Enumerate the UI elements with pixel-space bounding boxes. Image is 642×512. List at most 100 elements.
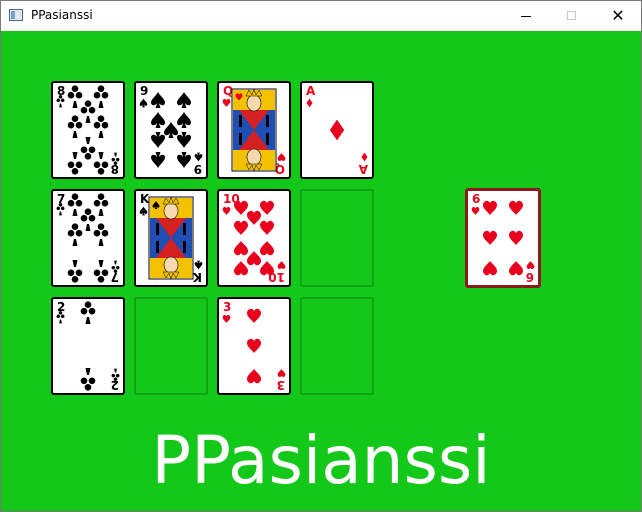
- corner-suit-icon: [222, 207, 231, 215]
- club-pip-icon: [67, 115, 83, 138]
- spade-pip-icon: [164, 122, 178, 138]
- club-pip-icon: [93, 223, 109, 246]
- club-pip-icon: [67, 152, 83, 175]
- brand-title: PPasianssi: [151, 422, 491, 499]
- spade-pip-icon: [177, 152, 191, 168]
- corner-suit-icon: [277, 153, 286, 161]
- card-face: 88: [56, 84, 120, 176]
- club-pip-icon: [80, 137, 96, 160]
- playing-card[interactable]: 77: [51, 189, 125, 287]
- card-face: 77: [56, 192, 120, 284]
- card-face: AA: [306, 84, 368, 176]
- playing-card[interactable]: AA: [300, 81, 374, 179]
- corner-suit-icon: [222, 99, 231, 107]
- club-pip-icon: [67, 193, 83, 216]
- club-pip-icon: [67, 223, 83, 246]
- heart-pip-icon: [483, 261, 497, 276]
- playing-card[interactable]: 22: [51, 297, 125, 395]
- empty-card-slot[interactable]: [134, 297, 208, 395]
- current-card[interactable]: 66: [465, 188, 541, 288]
- card-rank-label: 6: [472, 192, 480, 206]
- minimize-icon: [521, 16, 531, 17]
- spade-pip-icon: [151, 112, 165, 128]
- heart-pip-icon: [234, 241, 248, 256]
- card-rank-label: 9: [140, 84, 148, 98]
- corner-suit-icon: [306, 98, 313, 108]
- heart-pip-icon: [247, 251, 261, 266]
- maximize-icon: [567, 11, 576, 20]
- heart-pip-icon: [509, 230, 523, 245]
- heart-pip-icon: [483, 230, 497, 245]
- club-pip-icon: [80, 368, 96, 391]
- club-pip-icon: [93, 193, 109, 216]
- empty-card-slot[interactable]: [300, 189, 374, 287]
- card-face: 99: [139, 84, 203, 176]
- heart-pip-icon: [247, 308, 261, 323]
- spade-pip-icon: [151, 132, 165, 148]
- card-face: 22: [56, 300, 120, 392]
- heart-pip-icon: [234, 261, 248, 276]
- heart-pip-icon: [509, 200, 523, 215]
- heart-pip-icon: [260, 200, 274, 215]
- card-rank-label-bottom: 3: [277, 378, 285, 392]
- playing-card[interactable]: 99: [134, 81, 208, 179]
- heart-pip-icon: [260, 220, 274, 235]
- heart-pip-icon: [260, 261, 274, 276]
- corner-suit-icon: [277, 369, 286, 377]
- heart-pip-icon: [247, 210, 261, 225]
- maximize-button[interactable]: [549, 1, 595, 31]
- club-pip-icon: [67, 85, 83, 108]
- title-bar[interactable]: PPasianssi ✕: [1, 1, 641, 31]
- club-pip-icon: [93, 260, 109, 283]
- minimize-button[interactable]: [503, 1, 549, 31]
- corner-suit-icon: [139, 206, 148, 216]
- playing-card[interactable]: QQ: [217, 81, 291, 179]
- card-rank-label: A: [306, 84, 316, 98]
- spade-pip-icon: [151, 92, 165, 108]
- heart-pip-icon: [234, 220, 248, 235]
- corner-suit-icon: [361, 152, 368, 162]
- club-pip-icon: [80, 208, 96, 231]
- app-window: PPasianssi ✕ PPasianssi 8 8 9 9 Q Q A A 7 7 K K 10 10…: [0, 0, 642, 512]
- card-rank-label-bottom: 6: [526, 270, 534, 284]
- club-pip-icon: [67, 260, 83, 283]
- playing-card[interactable]: 33: [217, 297, 291, 395]
- corner-suit-icon: [222, 315, 231, 323]
- club-pip-icon: [80, 301, 96, 324]
- club-pip-icon: [80, 100, 96, 123]
- card-rank-label-bottom: A: [358, 162, 368, 176]
- card-rank-label-bottom: 9: [194, 162, 202, 176]
- heart-pip-icon: [234, 200, 248, 215]
- corner-suit-icon: [526, 261, 535, 269]
- card-face: 33: [222, 300, 286, 392]
- club-pip-icon: [93, 152, 109, 175]
- corner-suit-icon: [194, 152, 203, 162]
- club-pip-icon: [93, 85, 109, 108]
- playing-card[interactable]: KK: [134, 189, 208, 287]
- spade-pip-icon: [177, 112, 191, 128]
- club-pip-icon: [93, 115, 109, 138]
- spade-pip-icon: [177, 132, 191, 148]
- corner-suit-icon: [194, 260, 203, 270]
- empty-card-slot[interactable]: [300, 297, 374, 395]
- playing-card[interactable]: 88: [51, 81, 125, 179]
- playing-card[interactable]: 10 10: [217, 189, 291, 287]
- game-table: PPasianssi 8 8 9 9 Q Q A A 7 7 K K 10 10 2 2 3 3 6 6: [1, 31, 641, 511]
- card-face: KK: [139, 192, 203, 284]
- corner-suit-icon: [139, 98, 148, 108]
- card-face: 66: [471, 192, 535, 284]
- heart-pip-icon: [260, 241, 274, 256]
- spade-pip-icon: [177, 92, 191, 108]
- corner-suit-icon: [277, 261, 286, 269]
- close-icon: ✕: [611, 6, 625, 25]
- diamond-pip-icon: [329, 119, 345, 141]
- heart-pip-icon: [247, 338, 261, 353]
- app-icon: [9, 9, 23, 21]
- card-face: 1010: [222, 192, 286, 284]
- heart-pip-icon: [247, 369, 261, 384]
- card-face: QQ: [222, 84, 286, 176]
- close-button[interactable]: ✕: [595, 1, 641, 31]
- spade-pip-icon: [151, 152, 165, 168]
- heart-pip-icon: [509, 261, 523, 276]
- heart-pip-icon: [483, 200, 497, 215]
